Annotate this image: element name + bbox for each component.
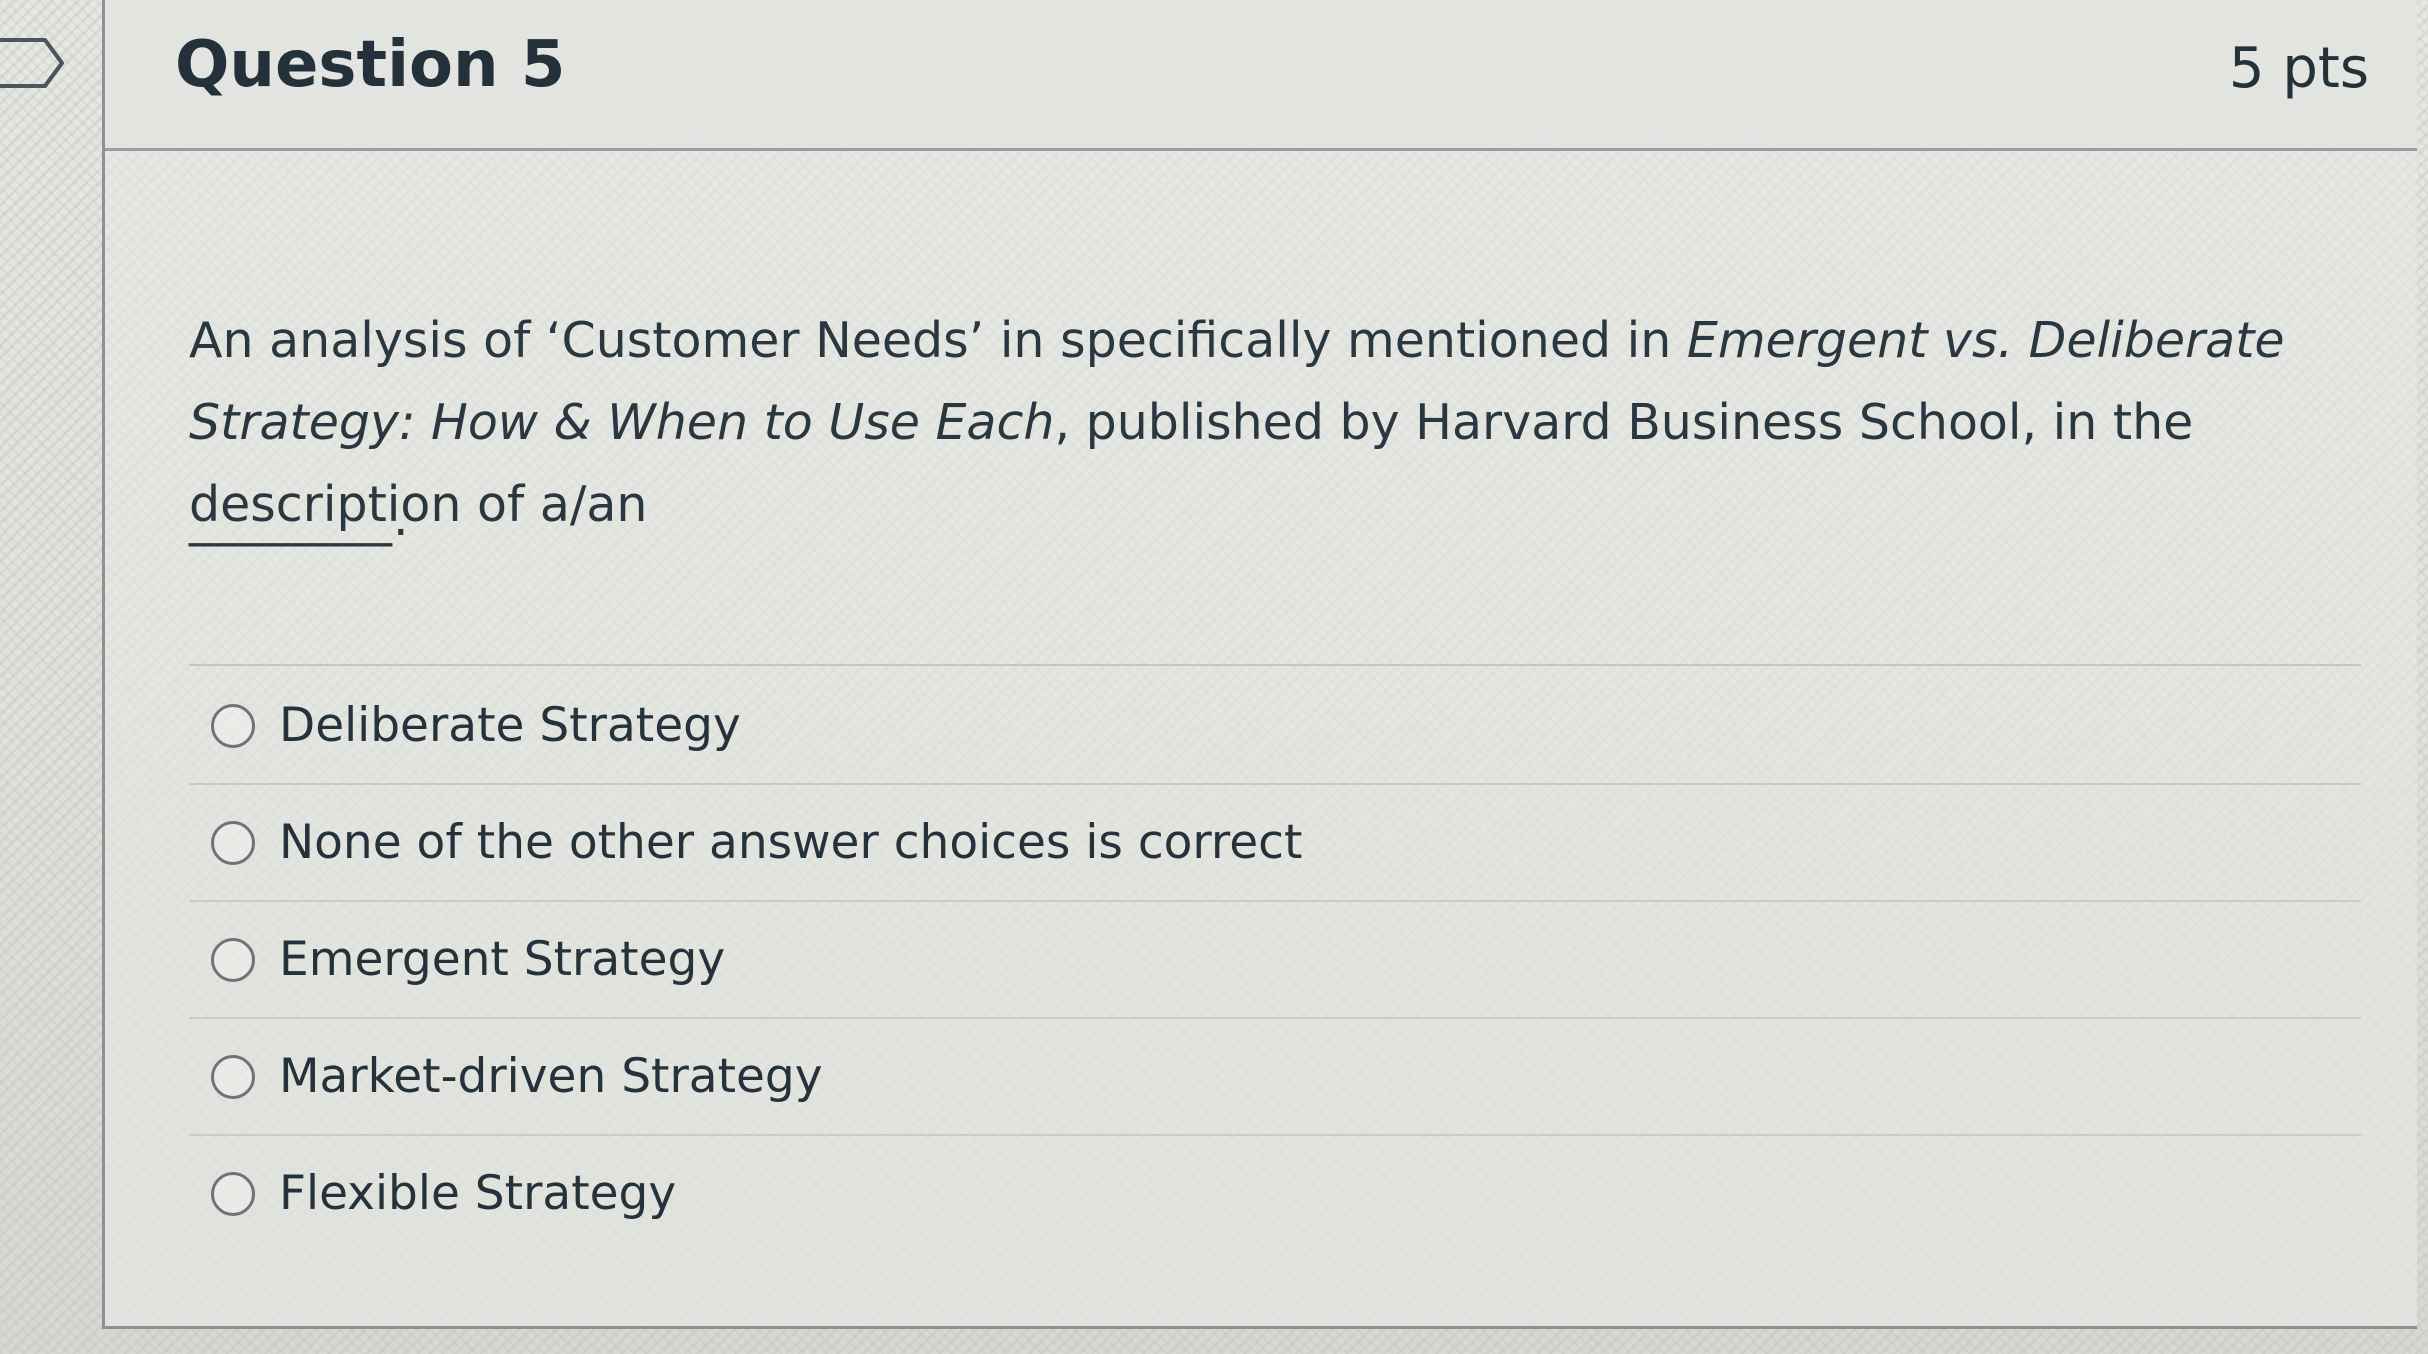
question-header: Question 5 5 pts bbox=[105, 0, 2417, 151]
bookmark-icon[interactable] bbox=[0, 36, 66, 90]
answer-option-emergent-strategy[interactable]: Emergent Strategy bbox=[189, 902, 2361, 1019]
radio-unselected-icon[interactable] bbox=[211, 1054, 255, 1099]
radio-unselected-icon[interactable] bbox=[211, 703, 255, 748]
radio-unselected-icon[interactable] bbox=[211, 937, 255, 982]
answer-blank: ________. bbox=[189, 490, 410, 547]
answer-option-flexible-strategy[interactable]: Flexible Strategy bbox=[189, 1136, 2361, 1251]
question-points: 5 pts bbox=[2228, 36, 2369, 101]
answer-label: Flexible Strategy bbox=[279, 1166, 677, 1221]
answer-option-deliberate-strategy[interactable]: Deliberate Strategy bbox=[189, 668, 2361, 785]
question-text: An analysis of ‘Customer Needs’ in speci… bbox=[189, 300, 2428, 546]
radio-unselected-icon[interactable] bbox=[211, 1171, 255, 1216]
radio-unselected-icon[interactable] bbox=[211, 820, 255, 865]
answer-label: Market-driven Strategy bbox=[279, 1049, 823, 1104]
question-card: Question 5 5 pts An analysis of ‘Custome… bbox=[102, 0, 2417, 1329]
question-text-part-1: An analysis of ‘Customer Needs’ in speci… bbox=[189, 312, 1687, 369]
answer-list: Deliberate Strategy None of the other an… bbox=[189, 668, 2361, 1251]
answer-label: Deliberate Strategy bbox=[279, 698, 741, 753]
answer-option-none-correct[interactable]: None of the other answer choices is corr… bbox=[189, 785, 2361, 902]
answer-divider bbox=[189, 664, 2361, 666]
answer-label: Emergent Strategy bbox=[279, 932, 726, 987]
answer-option-market-driven-strategy[interactable]: Market-driven Strategy bbox=[189, 1019, 2361, 1136]
question-title: Question 5 bbox=[175, 28, 566, 102]
answer-label: None of the other answer choices is corr… bbox=[279, 815, 1303, 870]
